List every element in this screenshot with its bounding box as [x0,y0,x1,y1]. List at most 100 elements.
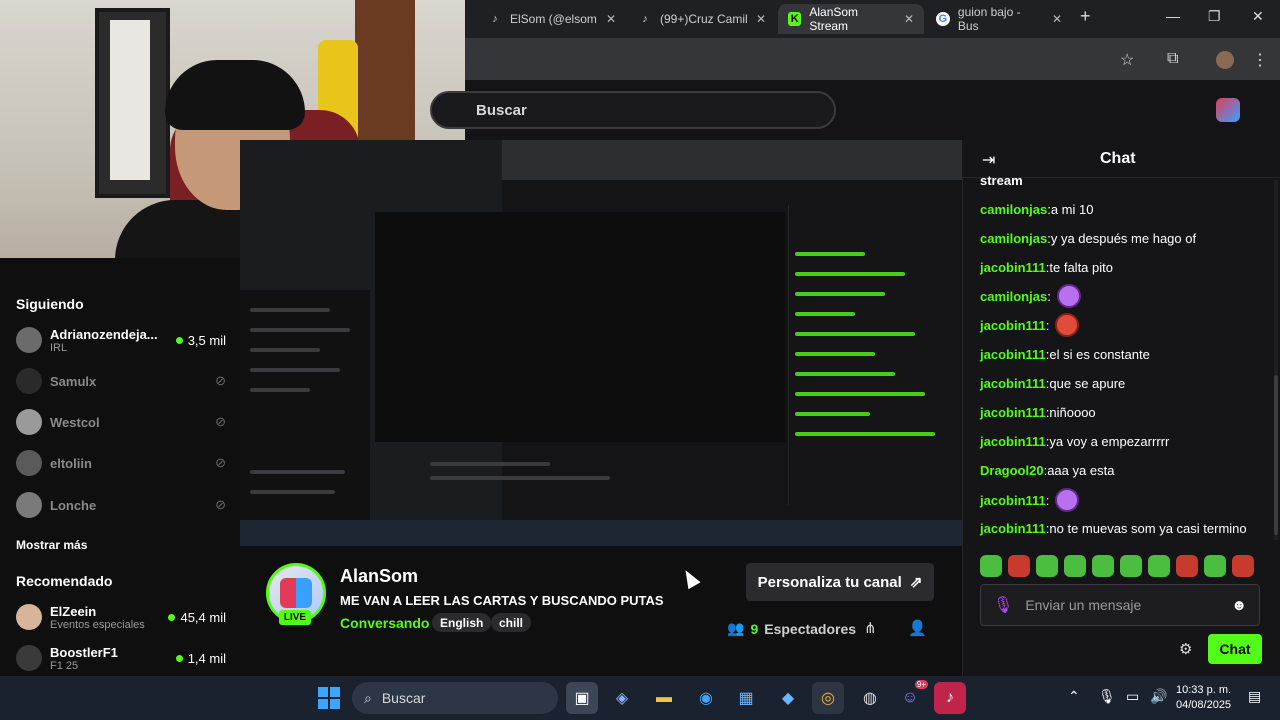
volume-icon[interactable]: 🔊 [1150,688,1167,705]
tab-alansom-stream[interactable]: K AlanSom Stream ✕ [778,4,924,34]
search-icon: ⌕ [364,689,372,706]
close-icon[interactable]: ✕ [756,12,766,26]
tiktok-icon[interactable]: ♪ [934,682,966,714]
tab-guion-bajo[interactable]: G guion bajo - Bus ✕ [926,4,1072,34]
user-avatar-icon[interactable] [1216,98,1240,122]
store-icon[interactable]: ▦ [730,682,762,714]
chat-username[interactable]: jacobin111 [980,376,1046,391]
emote-icon[interactable] [1092,555,1114,577]
captured-text [430,476,610,480]
tab-cruz-camil[interactable]: ♪ (99+)Cruz Camil ✕ [628,4,776,34]
chat-username[interactable]: jacobin111 [980,347,1046,362]
chrome-icon[interactable]: ◎ [812,682,844,714]
captured-text [430,462,550,466]
chat-text: niñoooo [1049,405,1096,420]
sidebar-item-westcol[interactable]: Westcol ⊘ [16,404,226,440]
captured-chat-line [795,372,895,376]
chat-text: ya voy a empezarrrrr [1049,434,1170,449]
collapse-chat-icon[interactable]: ⇥ [982,150,995,170]
network-icon[interactable]: ▭ [1126,688,1139,705]
live-dot-icon [168,613,176,621]
minimize-button[interactable]: — [1166,8,1180,24]
chat-message: Dragool20: aaa ya esta [980,463,1115,478]
chat-username[interactable]: camilonjas [980,202,1047,217]
chat-username[interactable]: jacobin111 [980,318,1046,333]
file-explorer-icon[interactable]: ▬ [648,682,680,714]
live-dot-icon [175,654,183,662]
tag-chill[interactable]: chill [491,613,532,632]
chat-username[interactable]: camilonjas [980,289,1047,304]
chat-username[interactable]: jacobin111 [980,493,1046,508]
tag-english[interactable]: English [432,613,492,632]
send-chat-button[interactable]: Chat [1208,634,1262,664]
avatar [16,368,42,394]
close-window-button[interactable]: ✕ [1252,8,1264,25]
edge-icon[interactable]: ◉ [690,682,722,714]
stream-category[interactable]: Conversando [340,615,429,631]
offline-icon: ⊘ [215,497,226,512]
emote-icon[interactable] [1120,555,1142,577]
chat-message-input[interactable]: 🎙 Enviar un mensaje ☻ [980,584,1260,626]
emote-icon[interactable] [1064,555,1086,577]
app-icon[interactable]: ◆ [772,682,804,714]
windows-start-icon[interactable] [318,687,340,709]
emote-icon[interactable] [1204,555,1226,577]
chat-username[interactable]: jacobin111 [980,521,1046,536]
sidebar-item-elzeein[interactable]: ElZeein Eventos especiales 45,4 mil [16,599,226,635]
profile-avatar[interactable] [1216,51,1234,69]
sidebar-item-boostlerf1[interactable]: BoostlerF1 F1 25 1,4 mil [16,640,226,676]
emoji-icon[interactable]: ☻ [1231,597,1247,614]
emote-icon[interactable] [1008,555,1030,577]
close-icon[interactable]: ✕ [606,12,616,26]
chat-username[interactable]: jacobin111 [980,434,1046,449]
copilot-icon[interactable]: ◈ [606,682,638,714]
notifications-icon[interactable]: ▤ [1248,688,1261,705]
share-icon[interactable]: ⋔ [864,619,877,637]
customize-channel-button[interactable]: Personaliza tu canal ⇗ [746,563,934,601]
emote-icon[interactable] [1148,555,1170,577]
close-icon[interactable]: ✕ [1052,12,1062,26]
emote-icon[interactable] [1232,555,1254,577]
obs-icon[interactable]: ◍ [854,682,886,714]
sidebar-item-lonche[interactable]: Lonche ⊘ [16,487,226,523]
discord-icon[interactable]: ☺ 9+ [894,680,928,714]
microphone-icon[interactable]: 🎙 [1098,688,1116,705]
chat-text: te falta pito [1049,260,1113,275]
clock[interactable]: 10:33 p. m. 04/08/2025 [1176,683,1231,713]
channel-name: ElZeein [50,603,97,619]
emote-icon[interactable] [1176,555,1198,577]
address-bar[interactable] [465,38,1280,80]
sidebar-item-eltoliin[interactable]: eltoliin ⊘ [16,445,226,481]
clock-date: 04/08/2025 [1176,699,1232,711]
sidebar-item-samulx[interactable]: Samulx ⊘ [16,363,226,399]
microphone-icon[interactable]: 🎙 [993,595,1013,615]
gear-icon[interactable]: ⚙ [1179,640,1192,658]
sidebar-item-adrianozendeja[interactable]: Adrianozendeja... IRL 3,5 mil [16,322,226,358]
star-icon[interactable]: ☆ [1120,50,1134,70]
chat-scrollbar-thumb[interactable] [1274,375,1278,535]
new-tab-button[interactable]: + [1080,6,1091,27]
emote-icon[interactable] [1036,555,1058,577]
chevron-up-icon[interactable]: ⌃ [1068,688,1080,705]
show-more-link[interactable]: Mostrar más [16,538,87,552]
search-input[interactable]: Buscar [430,91,836,129]
menu-icon[interactable]: ⋮ [1252,50,1268,70]
follow-user-icon[interactable]: 👤 [908,619,927,637]
channel-name[interactable]: AlanSom [340,566,418,587]
extensions-icon[interactable]: ⧉ [1167,50,1178,68]
chat-input-placeholder: Enviar un mensaje [1025,597,1142,613]
chat-username[interactable]: jacobin111 [980,405,1046,420]
emote-icon[interactable] [980,555,1002,577]
viewer-count-label: 3,5 mil [187,332,226,348]
chat-username[interactable]: jacobin111 [980,260,1046,275]
tab-elsom[interactable]: ♪ ElSom (@elsom ✕ [478,4,626,34]
chat-username[interactable]: camilonjas [980,231,1047,246]
avatar [16,327,42,353]
video-player[interactable] [240,140,962,546]
task-view-icon[interactable]: ▣ [566,682,598,714]
maximize-button[interactable]: ❐ [1208,8,1221,25]
close-icon[interactable]: ✕ [904,12,914,26]
chat-username[interactable]: Dragool20 [980,463,1044,478]
taskbar-search[interactable]: ⌕ Buscar [352,682,558,714]
search-placeholder: Buscar [476,101,527,119]
